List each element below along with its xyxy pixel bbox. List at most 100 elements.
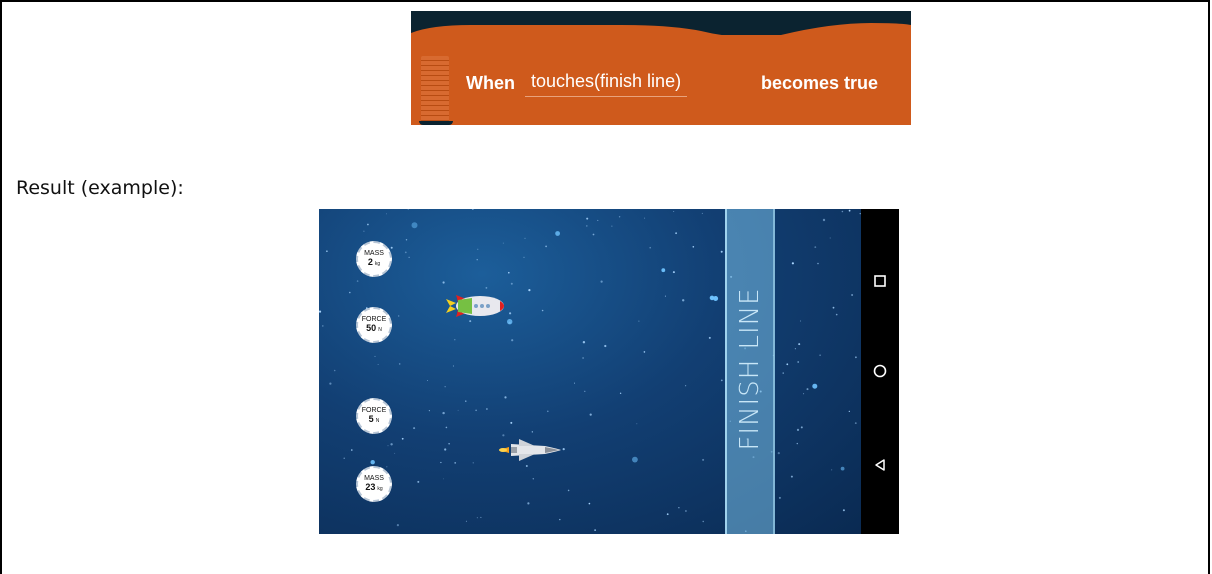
star <box>817 262 819 265</box>
star <box>814 246 817 248</box>
star <box>390 443 393 446</box>
force-badge-rocket[interactable]: FORCE 50 N <box>356 307 392 343</box>
star <box>643 351 646 353</box>
star <box>649 246 651 249</box>
star <box>480 516 482 518</box>
home-icon <box>873 364 887 378</box>
star <box>666 513 669 516</box>
star <box>592 233 595 236</box>
star <box>685 385 687 387</box>
star <box>504 396 507 399</box>
star <box>545 245 547 248</box>
star <box>333 369 336 372</box>
star <box>510 421 513 424</box>
star <box>394 452 396 454</box>
star <box>835 313 838 316</box>
star <box>848 209 851 212</box>
star <box>702 458 705 461</box>
star <box>486 408 488 410</box>
star <box>588 502 591 505</box>
star <box>797 361 800 363</box>
star <box>555 231 560 236</box>
badge-label: FORCE <box>361 315 387 323</box>
star <box>387 445 389 447</box>
star <box>508 271 510 274</box>
star <box>678 507 680 509</box>
star <box>675 232 677 235</box>
star <box>582 357 584 359</box>
star <box>604 344 607 348</box>
recents-button[interactable] <box>861 266 899 296</box>
mass-badge-shuttle[interactable]: MASS 23 kg <box>356 466 392 502</box>
star <box>398 363 401 365</box>
result-label: Result (example): <box>16 177 184 199</box>
star <box>720 379 723 382</box>
star <box>799 320 802 322</box>
star <box>854 422 857 424</box>
star <box>672 271 675 274</box>
shuttle-sprite[interactable] <box>497 435 563 465</box>
badge-value: 2 kg <box>367 256 381 267</box>
star <box>329 382 332 385</box>
star <box>367 223 369 226</box>
star <box>586 225 588 227</box>
star <box>386 213 387 215</box>
star <box>800 426 803 429</box>
star <box>401 437 404 440</box>
star <box>445 426 448 429</box>
star <box>796 428 800 431</box>
condition-field[interactable]: touches(finish line) <box>525 71 688 97</box>
star <box>528 289 531 292</box>
star <box>638 320 640 322</box>
star <box>702 520 704 523</box>
star <box>396 524 399 527</box>
rocket-sprite[interactable] <box>446 289 510 323</box>
star <box>806 388 809 391</box>
star <box>597 219 599 221</box>
becomes-true-label: becomes true <box>761 73 879 93</box>
star <box>822 218 826 222</box>
star <box>349 291 351 294</box>
block-notch <box>419 121 453 125</box>
star <box>440 461 442 464</box>
force-badge-shuttle[interactable]: FORCE 5N <box>356 398 392 434</box>
star <box>408 256 410 258</box>
star <box>574 382 575 384</box>
star <box>343 457 345 459</box>
star <box>452 365 454 367</box>
star <box>427 380 428 381</box>
back-icon <box>875 459 885 471</box>
drag-handle[interactable] <box>421 56 449 122</box>
star <box>841 210 844 213</box>
star <box>778 496 781 499</box>
star <box>786 363 789 366</box>
star <box>457 409 459 411</box>
star <box>356 280 359 282</box>
starfield <box>319 209 861 532</box>
star <box>791 262 794 265</box>
star <box>417 480 420 483</box>
star <box>673 211 675 212</box>
home-button[interactable] <box>861 356 899 386</box>
star <box>708 336 711 339</box>
star <box>476 517 478 519</box>
star <box>398 315 400 317</box>
star <box>798 343 801 346</box>
recents-icon <box>874 275 886 287</box>
star <box>374 355 376 357</box>
mass-badge-rocket[interactable]: MASS 2 kg <box>356 241 392 277</box>
star <box>618 216 621 218</box>
star <box>589 413 592 416</box>
game-screen: FINISH LINE MASS 2 kg FORCE 50 N FORCE 5N … <box>319 209 861 534</box>
star <box>547 410 549 413</box>
badge-label: MASS <box>364 474 384 482</box>
star <box>525 465 528 467</box>
star <box>404 251 407 254</box>
star <box>363 230 365 232</box>
finish-line-label: FINISH LINE <box>735 287 765 451</box>
star <box>442 281 445 284</box>
android-nav-bar <box>861 209 899 534</box>
back-button[interactable] <box>861 450 899 480</box>
star <box>407 209 409 210</box>
star <box>386 466 388 468</box>
